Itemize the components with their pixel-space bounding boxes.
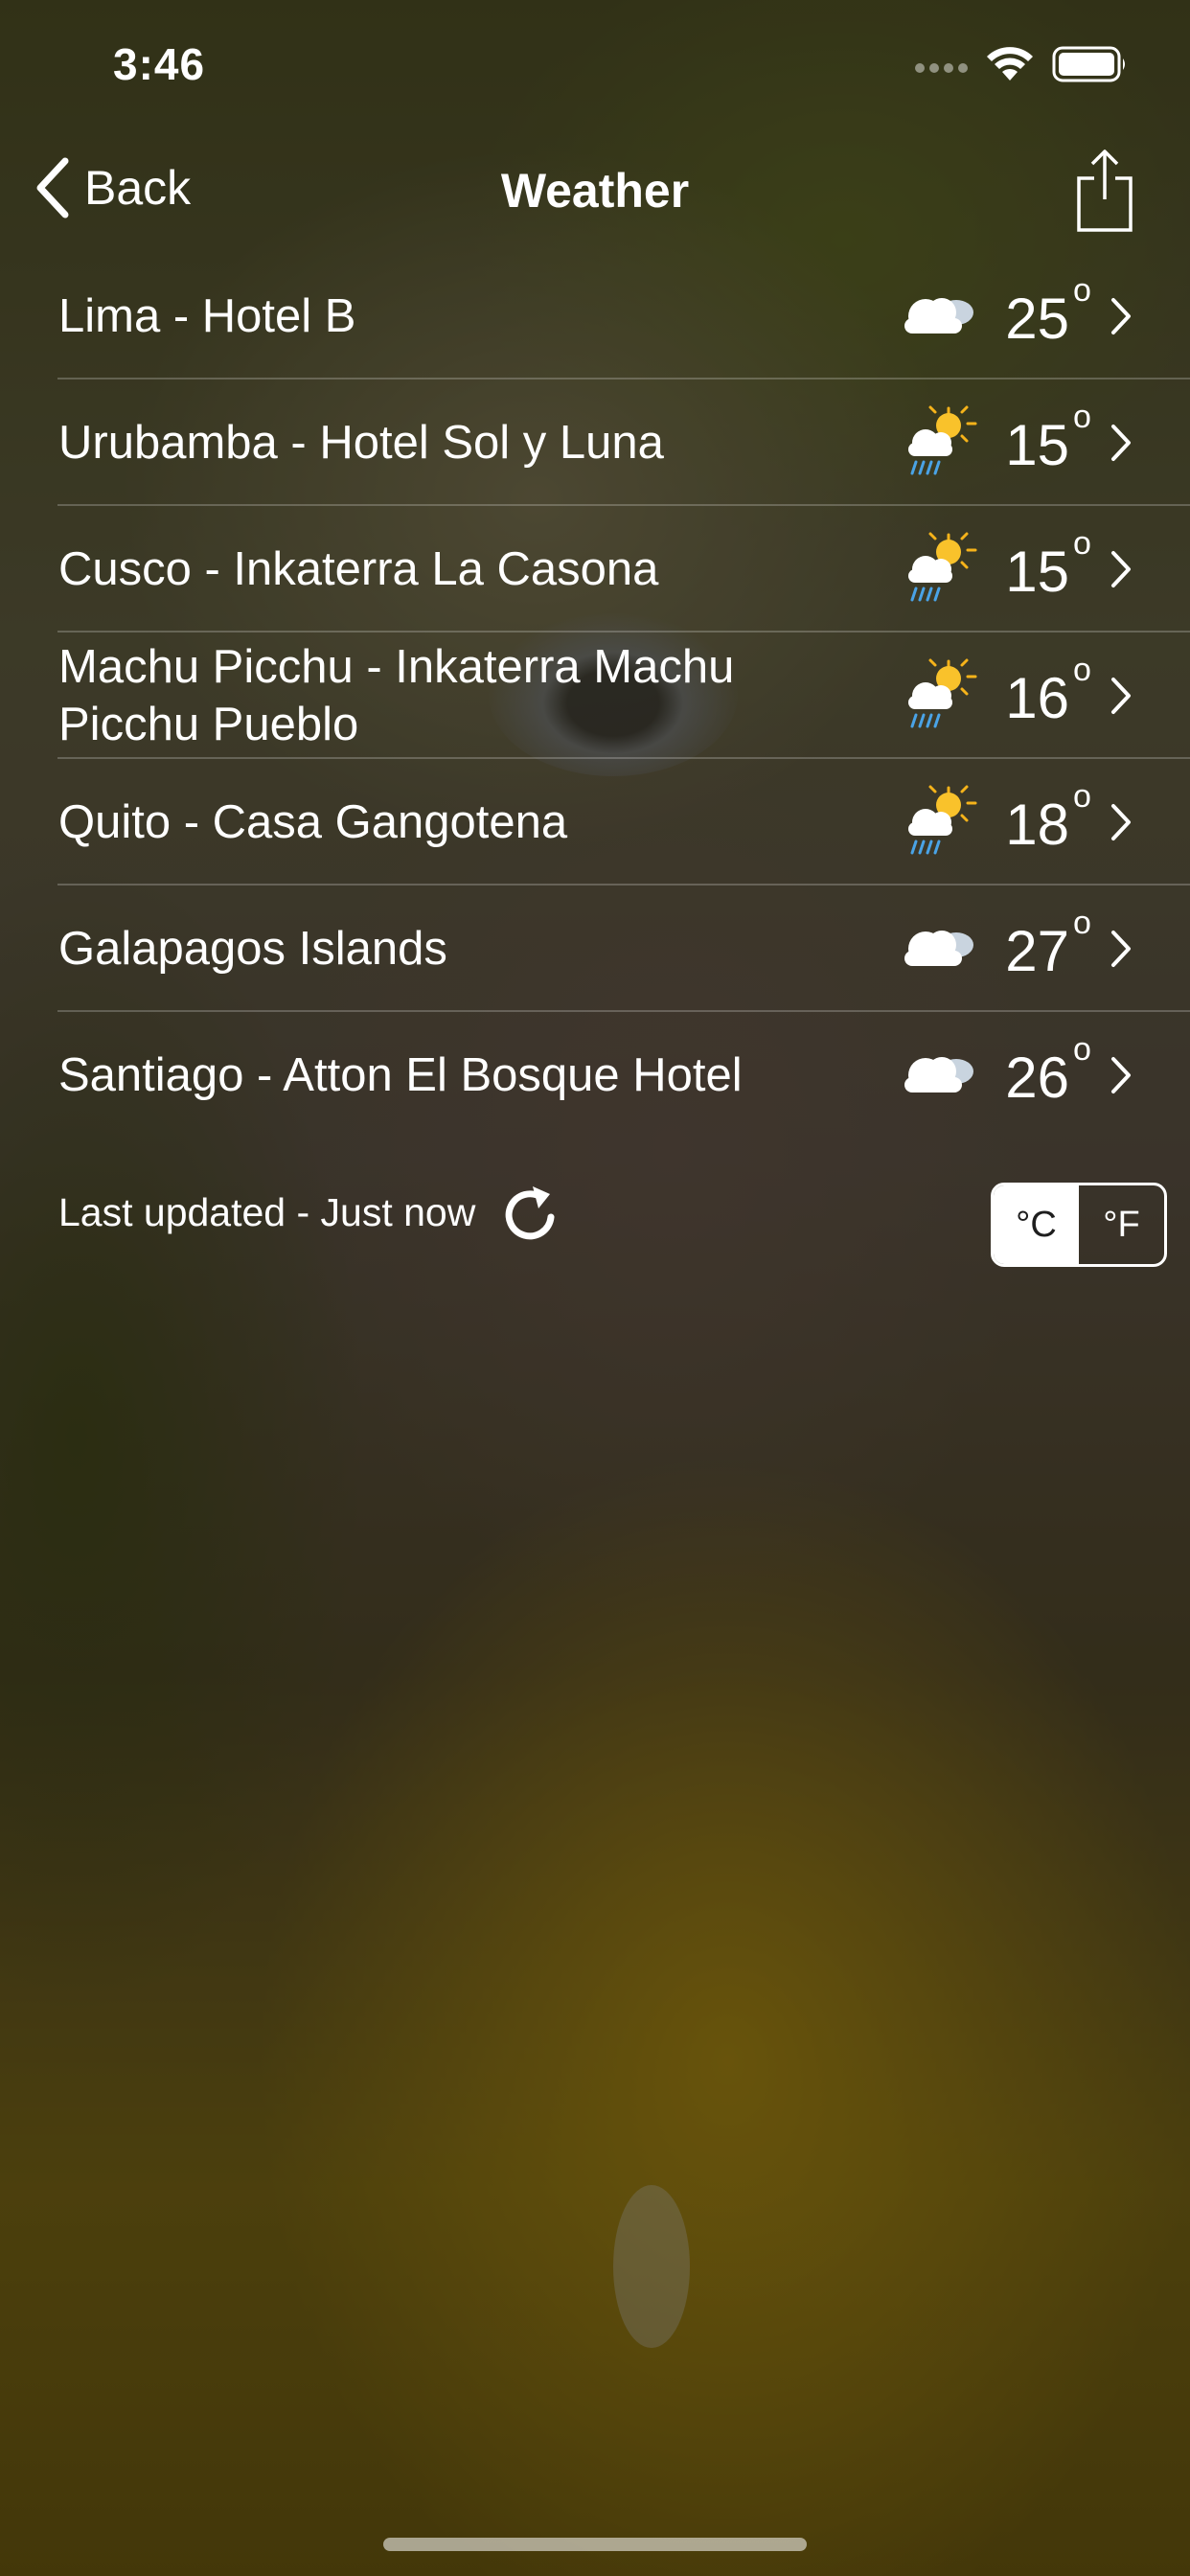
temperature-value: 15 (1005, 413, 1069, 477)
degree-symbol: o (1073, 272, 1091, 309)
temperature-value: 25 (1005, 287, 1069, 351)
location-name: Machu Picchu - Inkaterra Machu Picchu Pu… (58, 641, 735, 750)
location-name: Galapagos Islands (58, 923, 447, 975)
temperature-value: 18 (1005, 793, 1069, 857)
chevron-right-icon (1111, 425, 1131, 461)
last-updated: Last updated - Just now (58, 1181, 560, 1244)
sun-rain-icon (908, 532, 977, 602)
refresh-icon[interactable] (500, 1181, 560, 1244)
temperature-unit-toggle: °C °F (991, 1183, 1167, 1267)
chevron-right-icon (1111, 298, 1131, 334)
battery-icon (1052, 46, 1125, 82)
chevron-right-icon (1111, 551, 1131, 587)
degree-symbol: o (1073, 905, 1091, 941)
cloudy-icon (904, 931, 973, 966)
location-row[interactable]: Urubamba - Hotel Sol y Luna 15 o (0, 380, 1190, 506)
home-indicator[interactable] (383, 2538, 807, 2551)
cloudy-icon (904, 298, 973, 334)
degree-symbol: o (1073, 778, 1091, 815)
sun-rain-icon (908, 785, 977, 855)
degree-symbol: o (1073, 399, 1091, 435)
status-bar: 3:46 (0, 0, 1190, 125)
chevron-right-icon (1111, 1057, 1131, 1093)
fahrenheit-segment[interactable]: °F (1079, 1185, 1164, 1264)
degree-symbol: o (1073, 652, 1091, 688)
degree-symbol: o (1073, 525, 1091, 562)
sun-rain-icon (908, 405, 977, 475)
location-row[interactable]: Quito - Casa Gangotena 18 o (0, 759, 1190, 886)
location-name: Lima - Hotel B (58, 290, 356, 342)
page-title: Weather (500, 164, 690, 218)
location-row[interactable]: Lima - Hotel B 25 o (0, 253, 1190, 380)
temperature-value: 15 (1005, 540, 1069, 604)
chevron-right-icon (1111, 678, 1131, 714)
temperature-value: 27 (1005, 919, 1069, 983)
location-row[interactable]: Galapagos Islands 27 o (0, 886, 1190, 1012)
location-name: Urubamba - Hotel Sol y Luna (58, 417, 664, 469)
location-name: Cusco - Inkaterra La Casona (58, 543, 659, 595)
cloudy-icon (904, 1057, 973, 1092)
status-time: 3:46 (113, 39, 206, 89)
wifi-icon (987, 47, 1033, 80)
location-row[interactable]: Santiago - Atton El Bosque Hotel 26 o (0, 1012, 1190, 1138)
sun-rain-icon (908, 658, 977, 728)
location-row[interactable]: Cusco - Inkaterra La Casona 15 o (0, 506, 1190, 632)
location-name: Santiago - Atton El Bosque Hotel (58, 1049, 743, 1101)
celsius-segment[interactable]: °C (994, 1185, 1079, 1264)
temperature-value: 16 (1005, 666, 1069, 730)
chevron-right-icon (1111, 931, 1131, 967)
last-updated-text: Last updated - Just now (58, 1189, 476, 1234)
share-icon[interactable] (1073, 148, 1136, 234)
chevron-right-icon (1111, 804, 1131, 840)
weather-location-list: Lima - Hotel B 25 o Urubamba - Hotel Sol… (0, 253, 1190, 1138)
temperature-value: 26 (1005, 1046, 1069, 1110)
degree-symbol: o (1073, 1031, 1091, 1068)
cellular-signal-icon (915, 63, 968, 73)
location-row[interactable]: Machu Picchu - Inkaterra Machu Picchu Pu… (0, 632, 1190, 759)
location-name: Quito - Casa Gangotena (58, 796, 568, 848)
navigation-bar: Back Weather (0, 134, 1190, 240)
